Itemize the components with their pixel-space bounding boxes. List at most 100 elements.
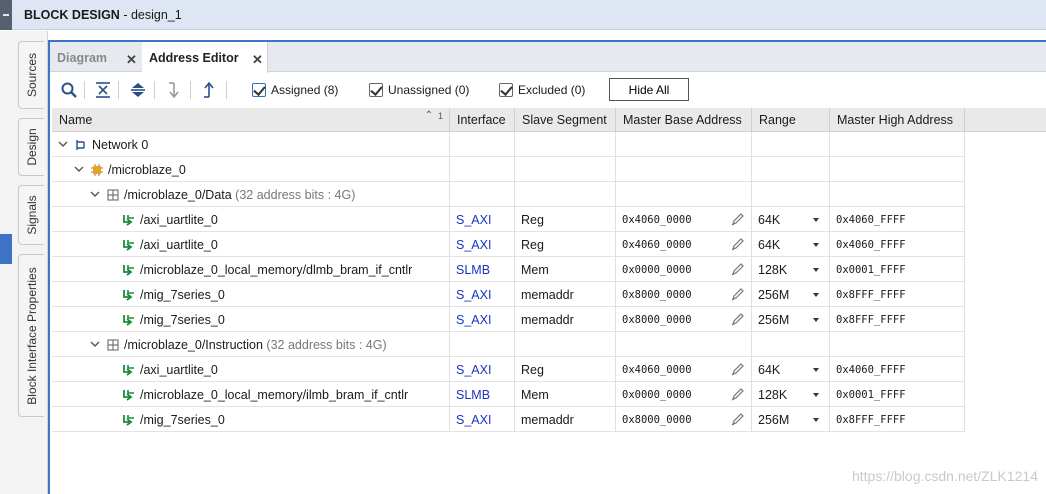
slave-segment-icon xyxy=(123,290,134,301)
cell-master-base-address[interactable]: 0x0000_0000 xyxy=(616,257,752,282)
chevron-down-icon[interactable] xyxy=(813,318,819,322)
chevron-down-icon[interactable] xyxy=(813,218,819,222)
chevron-down-icon[interactable] xyxy=(90,189,100,199)
edit-pencil-icon[interactable] xyxy=(730,237,745,252)
tree-row-address-space-instruction[interactable]: /microblaze_0/Instruction (32 address bi… xyxy=(52,332,965,357)
chevron-down-icon[interactable] xyxy=(58,139,68,149)
side-tab-sources[interactable]: Sources xyxy=(18,41,44,109)
segment-name: /mig_7series_0 xyxy=(140,288,225,302)
column-header-interface[interactable]: Interface xyxy=(450,108,515,132)
cell-master-high-address: 0x8FFF_FFFF xyxy=(830,282,965,307)
chevron-down-icon[interactable] xyxy=(90,339,100,349)
column-header-name[interactable]: Name ⌃ 1 xyxy=(52,108,450,132)
range-dropdown[interactable]: 256M xyxy=(752,307,830,332)
range-dropdown[interactable]: 128K xyxy=(752,257,830,282)
range-dropdown[interactable]: 256M xyxy=(752,282,830,307)
expand-all-icon[interactable] xyxy=(129,81,147,99)
side-tab-signals[interactable]: Signals xyxy=(18,185,44,245)
side-tab-strip: Sources Design Signals Block Interface P… xyxy=(0,31,48,494)
side-strip-active-indicator xyxy=(0,234,12,264)
table-row[interactable]: /axi_uartlite_0 S_AXI Reg 0x4060_0000 64K 0x4… xyxy=(52,357,965,382)
cell-master-base-address[interactable]: 0x8000_0000 xyxy=(616,307,752,332)
column-header-range[interactable]: Range xyxy=(752,108,830,132)
side-tab-block-interface-properties[interactable]: Block Interface Properties xyxy=(18,254,44,417)
cell-master-high-address: 0x4060_FFFF xyxy=(830,207,965,232)
cell-master-base-address[interactable]: 0x8000_0000 xyxy=(616,282,752,307)
cell-slave-segment: Reg xyxy=(515,357,616,382)
cell-interface[interactable]: S_AXI xyxy=(450,407,515,432)
base-address-value: 0x8000_0000 xyxy=(622,314,692,326)
table-row[interactable]: /mig_7series_0 S_AXI memaddr 0x8000_0000 256… xyxy=(52,282,965,307)
cell-interface[interactable]: S_AXI xyxy=(450,357,515,382)
collapse-all-icon[interactable] xyxy=(94,81,112,99)
cell-interface[interactable]: SLMB xyxy=(450,382,515,407)
tree-row-master[interactable]: /microblaze_0 xyxy=(52,157,965,182)
excluded-checkbox[interactable]: Excluded (0) xyxy=(499,81,585,99)
tree-row-network[interactable]: Network 0 xyxy=(52,132,965,157)
table-row[interactable]: /mig_7series_0 S_AXI memaddr 0x8000_0000 256… xyxy=(52,307,965,332)
cell-interface[interactable]: S_AXI xyxy=(450,232,515,257)
close-icon[interactable]: ✕ xyxy=(252,52,263,68)
watermark: https://blog.csdn.net/ZLK1214 xyxy=(851,468,1038,484)
column-header-master-high-address[interactable]: Master High Address xyxy=(830,108,965,132)
table-row[interactable]: /microblaze_0_local_memory/dlmb_bram_if_… xyxy=(52,257,965,282)
edit-pencil-icon[interactable] xyxy=(730,212,745,227)
cell-master-base-address[interactable]: 0x4060_0000 xyxy=(616,357,752,382)
chevron-down-icon[interactable] xyxy=(813,243,819,247)
edit-pencil-icon[interactable] xyxy=(730,362,745,377)
range-dropdown[interactable]: 128K xyxy=(752,382,830,407)
cell-interface[interactable]: S_AXI xyxy=(450,307,515,332)
toolbar: Assigned (8) Unassigned (0) Excluded (0)… xyxy=(50,73,1046,107)
cell-interface[interactable]: S_AXI xyxy=(450,282,515,307)
unassigned-checkbox[interactable]: Unassigned (0) xyxy=(369,81,469,99)
window-menu-button[interactable] xyxy=(0,0,12,30)
cell-name: /axi_uartlite_0 xyxy=(52,357,450,382)
segment-name: /mig_7series_0 xyxy=(140,413,225,427)
column-header-master-base-address[interactable]: Master Base Address xyxy=(616,108,752,132)
chevron-down-icon[interactable] xyxy=(813,393,819,397)
close-icon[interactable]: ✕ xyxy=(126,52,137,68)
chevron-down-icon[interactable] xyxy=(813,368,819,372)
cell-master-base-address[interactable]: 0x4060_0000 xyxy=(616,207,752,232)
chevron-down-icon[interactable] xyxy=(813,293,819,297)
table-row[interactable]: /mig_7series_0 S_AXI memaddr 0x8000_0000 256… xyxy=(52,407,965,432)
tree-row-address-space-data[interactable]: /microblaze_0/Data (32 address bits : 4G… xyxy=(52,182,965,207)
edit-pencil-icon[interactable] xyxy=(730,412,745,427)
tab-bar: Diagram ✕ Address Editor ✕ xyxy=(50,42,1046,73)
search-icon[interactable] xyxy=(60,81,78,99)
base-address-value: 0x0000_0000 xyxy=(622,264,692,276)
cell-interface[interactable]: SLMB xyxy=(450,257,515,282)
segment-name: /axi_uartlite_0 xyxy=(140,363,218,377)
cell-interface[interactable]: S_AXI xyxy=(450,207,515,232)
table-row[interactable]: /axi_uartlite_0 S_AXI Reg 0x4060_0000 64K 0x4… xyxy=(52,232,965,257)
cell-name: /microblaze_0_local_memory/ilmb_bram_if_… xyxy=(52,382,450,407)
tab-diagram[interactable]: Diagram ✕ xyxy=(50,42,142,72)
cell-master-base-address[interactable]: 0x8000_0000 xyxy=(616,407,752,432)
cell-master-base-address[interactable]: 0x4060_0000 xyxy=(616,232,752,257)
range-value: 128K xyxy=(758,263,788,277)
move-up-icon[interactable] xyxy=(200,81,218,99)
chevron-down-icon[interactable] xyxy=(813,418,819,422)
range-dropdown[interactable]: 64K xyxy=(752,207,830,232)
hide-all-button[interactable]: Hide All xyxy=(609,78,689,101)
slave-segment-icon xyxy=(123,265,134,276)
range-dropdown[interactable]: 64K xyxy=(752,232,830,257)
edit-pencil-icon[interactable] xyxy=(730,262,745,277)
edit-pencil-icon[interactable] xyxy=(730,387,745,402)
edit-pencil-icon[interactable] xyxy=(730,312,745,327)
side-tab-design[interactable]: Design xyxy=(18,118,44,176)
range-dropdown[interactable]: 64K xyxy=(752,357,830,382)
range-dropdown[interactable]: 256M xyxy=(752,407,830,432)
assigned-checkbox[interactable]: Assigned (8) xyxy=(252,81,338,99)
unassigned-label: Unassigned (0) xyxy=(388,83,470,97)
column-header-slave-segment[interactable]: Slave Segment xyxy=(515,108,616,132)
chevron-down-icon[interactable] xyxy=(813,268,819,272)
tab-address-editor[interactable]: Address Editor ✕ xyxy=(142,42,268,73)
table-row[interactable]: /microblaze_0_local_memory/ilmb_bram_if_… xyxy=(52,382,965,407)
table-row[interactable]: /axi_uartlite_0 S_AXI Reg 0x4060_0000 64K 0x4… xyxy=(52,207,965,232)
chevron-down-icon[interactable] xyxy=(74,164,84,174)
slave-segment-icon xyxy=(123,390,134,401)
move-down-icon[interactable] xyxy=(165,81,183,99)
cell-master-base-address[interactable]: 0x0000_0000 xyxy=(616,382,752,407)
edit-pencil-icon[interactable] xyxy=(730,287,745,302)
